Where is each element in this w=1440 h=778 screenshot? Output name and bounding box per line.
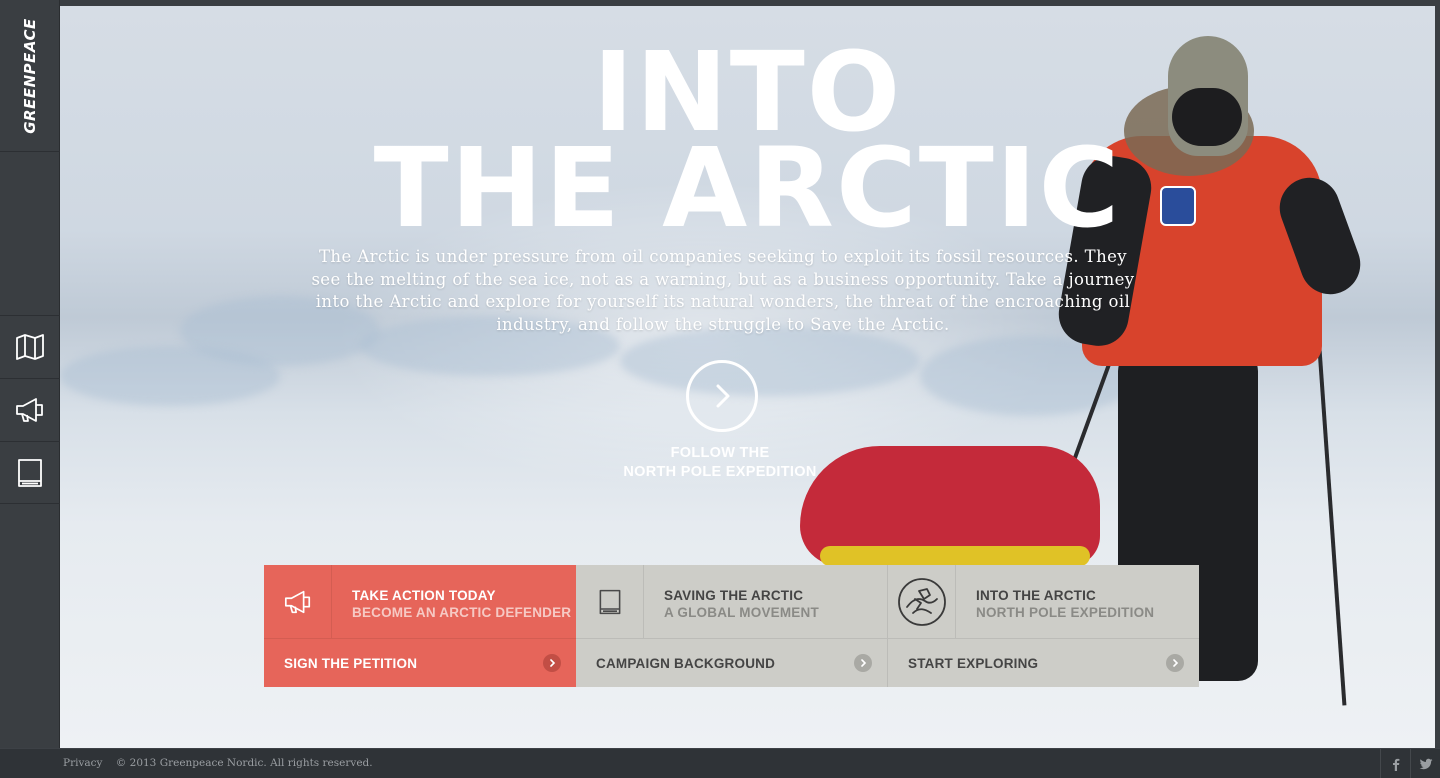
- start-exploring-link[interactable]: START EXPLORING: [888, 638, 1199, 687]
- card-subtitle: A GLOBAL MOVEMENT: [664, 605, 819, 620]
- chevron-right-icon: [716, 384, 730, 408]
- logo-text: GREENPEACE: [21, 17, 39, 134]
- chevron-right-icon: [1166, 654, 1184, 672]
- right-frame-band: [1435, 0, 1440, 748]
- megaphone-icon: [16, 398, 43, 422]
- book-icon: [18, 458, 42, 487]
- card-take-action: TAKE ACTION TODAY BECOME AN ARCTIC DEFEN…: [264, 565, 576, 687]
- follow-expedition-button[interactable]: [686, 360, 758, 432]
- sign-petition-link[interactable]: SIGN THE PETITION: [264, 638, 576, 687]
- twitter-icon: [1419, 758, 1432, 770]
- card-title: SAVING THE ARCTIC: [664, 588, 804, 603]
- card-action-label: START EXPLORING: [908, 655, 1039, 671]
- card-title: TAKE ACTION TODAY: [352, 588, 496, 603]
- map-icon: [16, 334, 44, 360]
- privacy-link[interactable]: Privacy: [63, 757, 102, 769]
- sled-base: [820, 546, 1090, 566]
- book-icon: [599, 589, 620, 614]
- follow-label-line1: FOLLOW THE: [670, 445, 770, 461]
- card-text: SAVING THE ARCTIC A GLOBAL MOVEMENT: [644, 565, 819, 638]
- card-text: TAKE ACTION TODAY BECOME AN ARCTIC DEFEN…: [332, 565, 571, 638]
- card-title: INTO THE ARCTIC: [976, 588, 1096, 603]
- chevron-right-icon: [854, 654, 872, 672]
- ice-ridge: [620, 326, 920, 396]
- card-icon-box: [576, 565, 644, 638]
- chevron-right-icon: [543, 654, 561, 672]
- greenpeace-logo[interactable]: GREENPEACE: [0, 0, 60, 152]
- card-text: INTO THE ARCTIC NORTH POLE EXPEDITION: [956, 565, 1154, 638]
- card-icon-box: [264, 565, 332, 638]
- hero-title-line2: THE ARCTIC: [373, 124, 1122, 252]
- campaign-background-link[interactable]: CAMPAIGN BACKGROUND: [576, 638, 887, 687]
- ice-ridge: [60, 346, 280, 406]
- card-header[interactable]: TAKE ACTION TODAY BECOME AN ARCTIC DEFEN…: [264, 565, 576, 638]
- hero-title: INTO THE ARCTIC: [60, 37, 1435, 252]
- follow-expedition-link[interactable]: FOLLOW THE NORTH POLE EXPEDITION: [520, 444, 920, 482]
- footer: Privacy © 2013 Greenpeace Nordic. All ri…: [0, 748, 1440, 778]
- sidebar-item-action[interactable]: [0, 378, 60, 441]
- card-action-label: CAMPAIGN BACKGROUND: [596, 655, 776, 671]
- card-header[interactable]: SAVING THE ARCTIC A GLOBAL MOVEMENT: [576, 565, 887, 638]
- card-header[interactable]: INTO THE ARCTIC NORTH POLE EXPEDITION: [888, 565, 1199, 638]
- social-links: [1380, 749, 1440, 778]
- copyright-text: © 2013 Greenpeace Nordic. All rights res…: [115, 757, 373, 769]
- sidebar: GREENPEACE: [0, 0, 60, 748]
- facebook-button[interactable]: [1380, 749, 1410, 778]
- megaphone-icon: [284, 590, 310, 613]
- hero-section: INTO THE ARCTIC The Arctic is under pres…: [60, 6, 1435, 748]
- card-subtitle: BECOME AN ARCTIC DEFENDER: [352, 605, 572, 620]
- sidebar-item-map[interactable]: [0, 315, 60, 378]
- twitter-button[interactable]: [1410, 749, 1440, 778]
- card-subtitle: NORTH POLE EXPEDITION: [976, 605, 1155, 620]
- card-into-arctic: INTO THE ARCTIC NORTH POLE EXPEDITION ST…: [887, 565, 1199, 687]
- sidebar-item-background[interactable]: [0, 441, 60, 504]
- card-action-label: SIGN THE PETITION: [284, 655, 418, 671]
- card-saving-arctic: SAVING THE ARCTIC A GLOBAL MOVEMENT CAMP…: [576, 565, 887, 687]
- card-icon-box: [888, 565, 956, 638]
- follow-label-line2: NORTH POLE EXPEDITION: [623, 464, 817, 480]
- hero-lead-text: The Arctic is under pressure from oil co…: [311, 247, 1135, 334]
- footer-links: Privacy © 2013 Greenpeace Nordic. All ri…: [63, 757, 373, 769]
- expedition-emblem-icon: [897, 577, 946, 626]
- facebook-icon: [1392, 758, 1399, 771]
